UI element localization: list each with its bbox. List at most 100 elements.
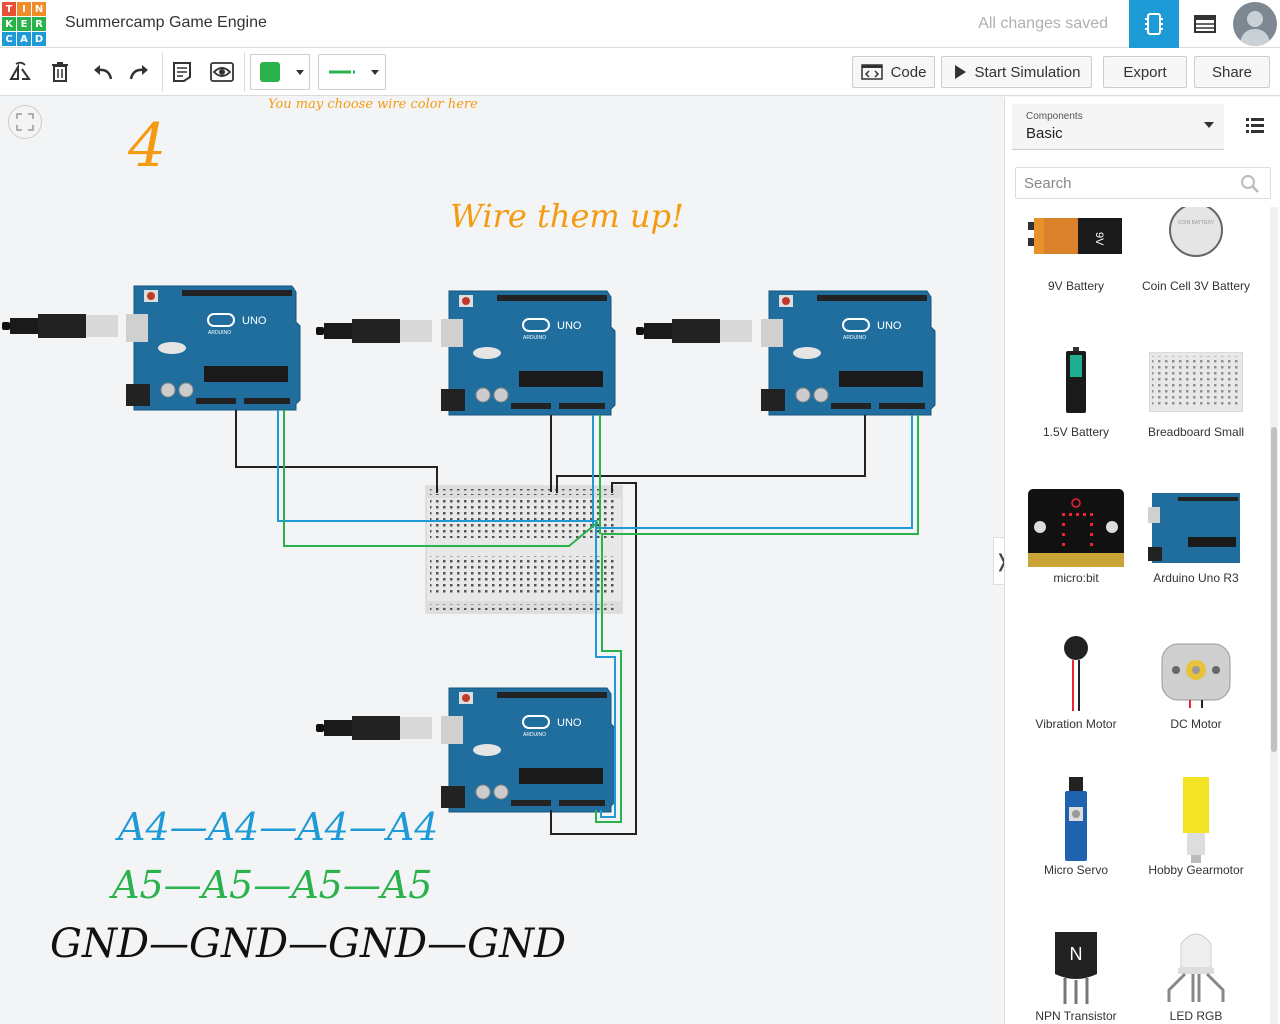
chevron-down-icon (1204, 122, 1214, 128)
undo-button[interactable] (90, 60, 114, 84)
logo-letter: C (2, 32, 16, 46)
coin-cell-label: COIN BATTERY (1178, 220, 1215, 226)
breadboard-icon (1149, 352, 1243, 412)
logo-letter: I (17, 2, 31, 16)
wire-style-icon (329, 70, 355, 74)
rotate-button[interactable] (8, 60, 32, 84)
component-item[interactable]: Hobby Gearmotor (1131, 777, 1251, 927)
component-item[interactable]: Breadboard Small (1131, 343, 1251, 489)
component-name: DC Motor (1170, 717, 1222, 731)
start-simulation-label: Start Simulation (974, 63, 1081, 81)
eye-icon (210, 62, 234, 82)
logo-letter: N (32, 2, 46, 16)
component-name: Breadboard Small (1147, 425, 1245, 439)
toggle-notes-visibility-button[interactable] (210, 60, 234, 84)
component-item[interactable]: Micro Servo (1011, 777, 1131, 927)
vibration-motor-icon (1064, 636, 1088, 711)
component-name: Coin Cell 3V Battery (1141, 279, 1251, 293)
top-bar: T I N K E R C A D Summercamp Game Engine… (0, 0, 1280, 48)
legend-gnd: GND—GND—GND—GND (50, 921, 567, 967)
table-icon (1194, 15, 1216, 33)
redo-icon (129, 65, 148, 80)
component-item[interactable]: LED RGB (1131, 927, 1251, 1024)
component-item[interactable]: N NPN Transistor (1011, 927, 1131, 1024)
component-item[interactable]: DC Motor (1131, 635, 1251, 781)
logo-letter: T (2, 2, 16, 16)
battery-label: 9V (1093, 232, 1105, 246)
project-title[interactable]: Summercamp Game Engine (65, 14, 267, 32)
code-button-label: Code (890, 63, 927, 81)
microbit-icon (1028, 489, 1124, 567)
wire-color-dropdown[interactable] (250, 54, 310, 90)
logo-letter: A (17, 32, 31, 46)
trash-icon (52, 62, 68, 82)
user-avatar[interactable] (1233, 2, 1277, 46)
component-name: 9V Battery (1047, 279, 1105, 293)
led-rgb-icon (1167, 933, 1225, 1002)
components-panel: Components Basic 9V 9V Battery C (1004, 97, 1280, 1024)
start-simulation-button[interactable]: Start Simulation (941, 56, 1092, 88)
notes-button[interactable] (170, 60, 194, 84)
legend-a4: A4—A4—A4—A4 (118, 805, 439, 849)
list-view-button[interactable] (1243, 113, 1267, 137)
scrollbar-thumb[interactable] (1271, 427, 1277, 752)
delete-button[interactable] (48, 60, 72, 84)
component-item[interactable]: 1.5V Battery (1011, 343, 1131, 489)
logo-letter: D (32, 32, 46, 46)
circuit-view-icon (1145, 13, 1163, 35)
component-name: Vibration Motor (1035, 717, 1117, 731)
undo-icon (94, 65, 113, 80)
components-dropdown-value: Basic (1026, 125, 1063, 142)
step-number: 4 (128, 111, 167, 181)
chevron-down-icon (371, 70, 379, 75)
save-status: All changes saved (978, 15, 1108, 32)
battery-aa-icon (1066, 347, 1086, 413)
transistor-label: N (1070, 944, 1083, 964)
component-search-input[interactable] (1015, 167, 1271, 199)
dc-motor-icon (1161, 643, 1231, 708)
note-icon (173, 62, 191, 82)
toolbar-divider (162, 52, 163, 92)
circuit-canvas[interactable]: UNO ARDUINO (0, 97, 1003, 1024)
tinkercad-logo[interactable]: T I N K E R C A D (2, 2, 46, 46)
search-icon (1241, 175, 1259, 193)
editor-toolbar: Code Start Simulation Export Share (0, 48, 1280, 96)
component-name: 1.5V Battery (1042, 425, 1110, 439)
share-button[interactable]: Share (1194, 56, 1270, 88)
wire-color-hint: You may choose wire color here (268, 97, 478, 112)
arduino-icon (1148, 493, 1240, 563)
code-icon (860, 64, 883, 80)
play-icon (954, 65, 966, 79)
panel-scrollbar[interactable] (1270, 207, 1278, 1024)
component-item[interactable]: 9V 9V Battery (1011, 207, 1131, 343)
circuit-view-button[interactable] (1129, 0, 1179, 48)
component-item[interactable]: micro:bit (1011, 489, 1131, 635)
component-item[interactable]: Vibration Motor (1011, 635, 1131, 781)
legend-a5: A5—A5—A5—A5 (112, 863, 433, 907)
components-dropdown[interactable]: Components Basic (1012, 104, 1224, 150)
code-button[interactable]: Code (852, 56, 935, 88)
component-item[interactable]: Arduino Uno R3 (1131, 489, 1251, 635)
app-root: T I N K E R C A D Summercamp Game Engine… (0, 0, 1280, 1024)
logo-letter: E (17, 17, 31, 31)
coin-cell-icon: COIN BATTERY (1169, 207, 1223, 257)
servo-icon (1065, 777, 1087, 861)
export-label: Export (1123, 63, 1167, 81)
schematic-view-button[interactable] (1180, 0, 1230, 48)
instruction-note: Wire them up! (450, 197, 684, 235)
export-button[interactable]: Export (1103, 56, 1187, 88)
wire-color-swatch (260, 62, 280, 82)
component-name: micro:bit (1053, 571, 1099, 585)
chevron-down-icon (296, 70, 304, 75)
component-item[interactable]: COIN BATTERY Coin Cell 3V Battery (1131, 207, 1251, 343)
battery-9v-icon: 9V (1028, 218, 1122, 254)
share-label: Share (1211, 63, 1253, 81)
gearmotor-icon (1183, 777, 1209, 863)
component-name: Micro Servo (1043, 863, 1108, 877)
logo-letter: R (32, 17, 46, 31)
component-name: Hobby Gearmotor (1148, 863, 1244, 877)
user-icon (1240, 11, 1270, 46)
logo-letter: K (2, 17, 16, 31)
wire-type-dropdown[interactable] (318, 54, 386, 90)
redo-button[interactable] (128, 60, 152, 84)
